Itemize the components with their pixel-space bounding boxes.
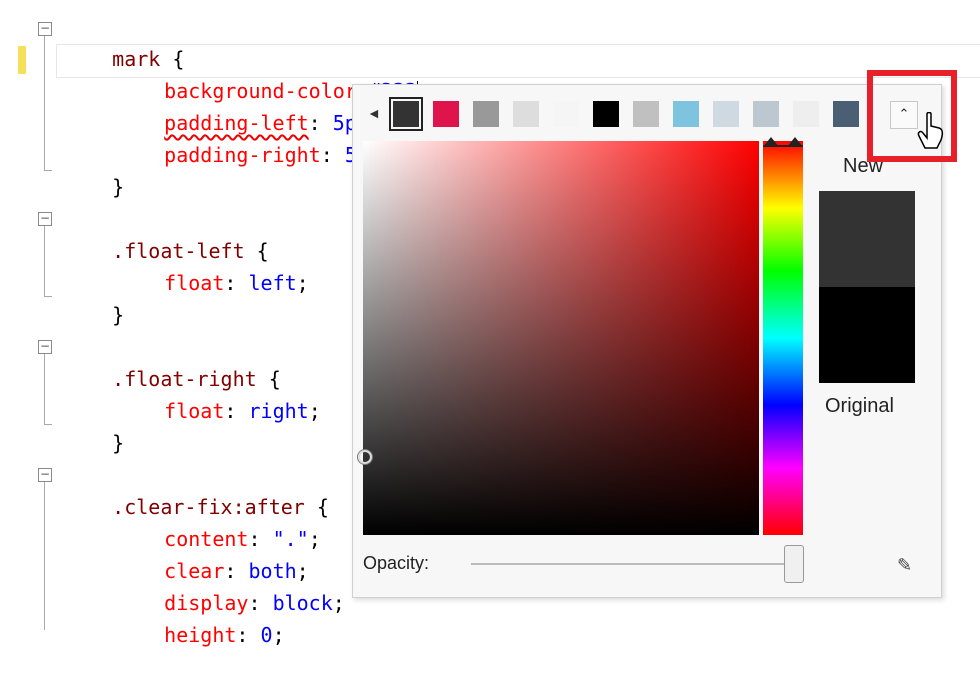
semicolon: ; — [308, 399, 321, 423]
code-line: float: left; — [116, 238, 309, 295]
semicolon: ; — [272, 623, 285, 647]
fold-toggle-clear-fix[interactable]: − — [38, 468, 52, 482]
colon: : — [236, 623, 261, 647]
color-swatch[interactable] — [433, 101, 459, 127]
semicolon: ; — [296, 271, 309, 295]
css-value: right — [248, 399, 309, 423]
fold-toggle-mark[interactable]: − — [38, 22, 52, 36]
code-line: display: block; — [116, 558, 345, 615]
fold-guide — [44, 354, 45, 424]
fold-guide — [44, 482, 45, 630]
code-line: } — [64, 398, 124, 455]
fold-toggle-float-left[interactable]: − — [38, 212, 52, 226]
css-value: 0 — [260, 623, 273, 647]
code-line: height: 0; — [116, 590, 284, 647]
original-color-label: Original — [825, 395, 894, 417]
fold-toggle-float-right[interactable]: − — [38, 340, 52, 354]
hue-slider[interactable] — [763, 141, 803, 535]
code-line: .float-left { — [64, 206, 269, 263]
opacity-label: Opacity: — [363, 553, 430, 573]
fold-guide-end — [44, 296, 52, 297]
color-picker-popup: ◄ ⌃ New Original Opacity: ✎ — [352, 84, 942, 598]
code-line: float: right; — [116, 366, 321, 423]
brace: } — [112, 303, 125, 327]
color-swatch[interactable] — [513, 101, 539, 127]
code-line: clear: both; — [116, 526, 309, 583]
css-property: padding-right — [164, 143, 321, 167]
color-swatch[interactable] — [593, 101, 619, 127]
saturation-value-area[interactable] — [363, 141, 759, 535]
code-line: .clear-fix:after { — [64, 462, 329, 519]
mouse-pointer-icon — [917, 112, 944, 149]
original-color-preview[interactable] — [819, 287, 915, 383]
fold-guide-end — [44, 424, 52, 425]
color-swatch[interactable] — [753, 101, 779, 127]
code-line-current: background-color:#333 — [116, 46, 419, 105]
code-line: } — [64, 142, 124, 199]
code-line: padding-right: 5p — [116, 110, 369, 167]
fold-guide-end — [44, 170, 52, 171]
color-swatch[interactable] — [553, 101, 579, 127]
fold-guide — [44, 36, 45, 170]
colon: : — [224, 271, 249, 295]
code-line: } — [64, 270, 124, 327]
colon: : — [320, 143, 345, 167]
color-swatch[interactable] — [633, 101, 659, 127]
color-swatch[interactable] — [833, 101, 859, 127]
opacity-slider-track[interactable] — [471, 563, 793, 565]
color-swatch[interactable] — [673, 101, 699, 127]
eyedropper-icon[interactable]: ✎ — [897, 555, 912, 576]
hue-slider-handle[interactable] — [763, 137, 803, 147]
code-line: padding-left: 5px — [116, 78, 369, 135]
new-color-preview — [819, 191, 915, 287]
code-line: .float-right { — [64, 334, 281, 391]
semicolon: ; — [308, 527, 321, 551]
css-property: float — [164, 271, 225, 295]
brace: } — [112, 431, 125, 455]
opacity-slider-thumb[interactable] — [784, 545, 804, 583]
color-swatch[interactable] — [713, 101, 739, 127]
color-swatch[interactable] — [389, 97, 423, 131]
swatch-scroll-left-icon[interactable]: ◄ — [367, 105, 381, 121]
semicolon: ; — [332, 591, 345, 615]
code-line: content: "."; — [116, 494, 321, 551]
css-value: left — [248, 271, 297, 295]
saturation-value-handle[interactable] — [358, 450, 372, 464]
colon: : — [224, 399, 249, 423]
change-marker — [18, 46, 26, 74]
brace: } — [112, 175, 125, 199]
css-property: float — [164, 399, 225, 423]
fold-guide — [44, 226, 45, 296]
css-property: height — [164, 623, 237, 647]
code-line: mark { — [64, 14, 184, 71]
color-swatch[interactable] — [793, 101, 819, 127]
color-swatch[interactable] — [473, 101, 499, 127]
